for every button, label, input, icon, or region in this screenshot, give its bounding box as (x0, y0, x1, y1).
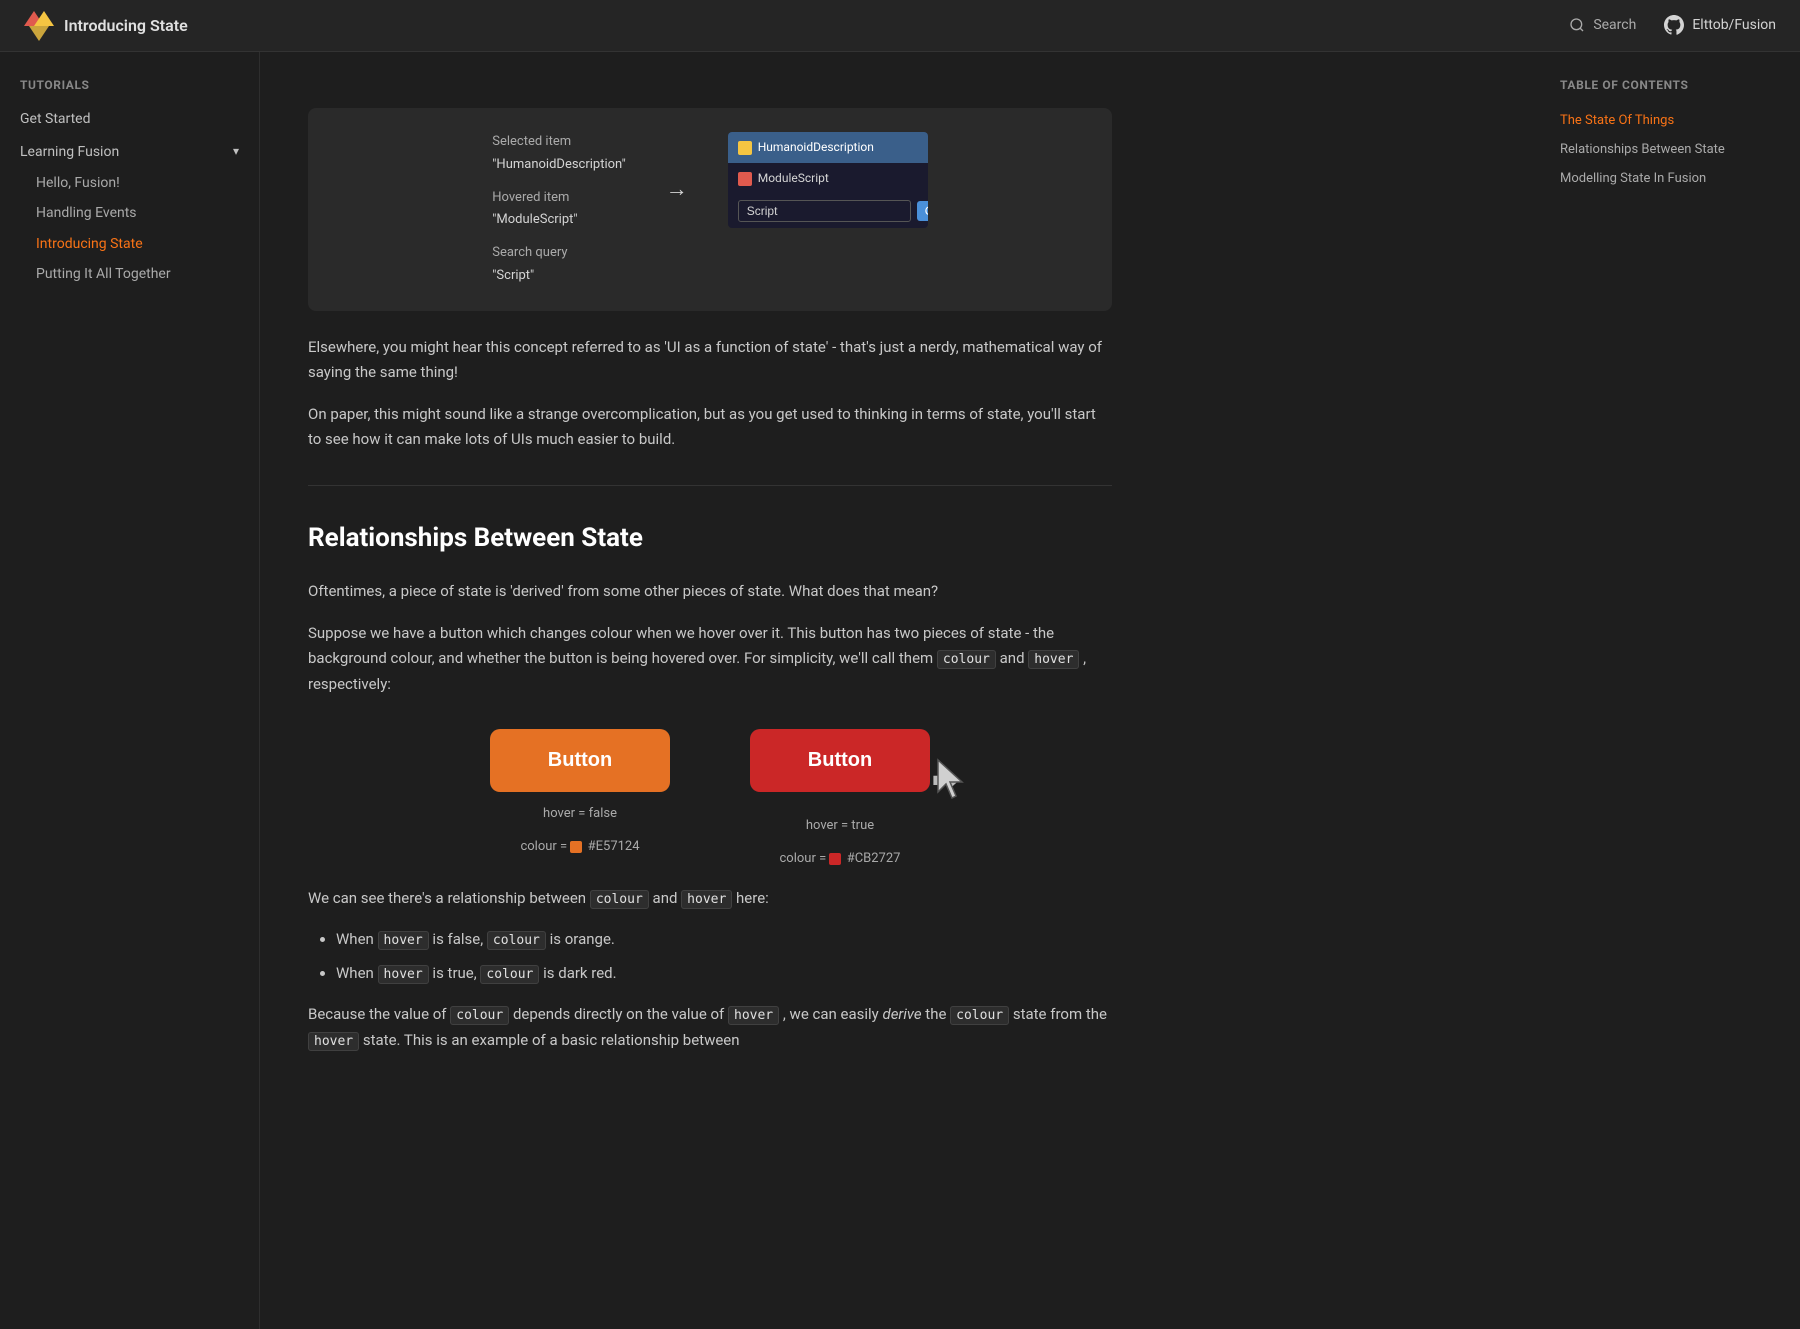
btn2-state1: hover = true (806, 816, 874, 837)
header-title: Introducing State (64, 13, 188, 39)
github-icon (1664, 15, 1684, 35)
demo-orange-button[interactable]: Button (490, 729, 670, 792)
paragraph-4: Suppose we have a button which changes c… (308, 621, 1112, 698)
sidebar-item-get-started[interactable]: Get Started (0, 103, 259, 135)
red-swatch (829, 853, 841, 865)
hover-code-inline: hover (378, 931, 429, 950)
section-title: Relationships Between State (308, 518, 1112, 560)
colour-code-3: colour (450, 1006, 509, 1025)
search-icon (1569, 17, 1585, 33)
search-button[interactable]: Search (1569, 14, 1636, 36)
derive-em: derive (883, 1005, 922, 1023)
colour-code-2: colour (590, 890, 649, 909)
toc-item-relationships-between-state[interactable]: Relationships Between State (1560, 136, 1780, 165)
search-label: Search (1593, 14, 1636, 36)
colour-code-1: colour (937, 650, 996, 669)
paragraph-1: Elsewhere, you might hear this concept r… (308, 335, 1112, 386)
search-query-label: Search query (492, 243, 625, 264)
bullet-item-1: When hover is false, colour is orange. (336, 927, 1112, 953)
toc-item-modelling-state-in-fusion[interactable]: Modelling State In Fusion (1560, 165, 1780, 194)
selected-item-label: Selected item (492, 132, 625, 153)
demo-selected-item: Selected item "HumanoidDescription" (492, 132, 625, 176)
hovered-item-value: "ModuleScript" (492, 210, 625, 231)
selected-item-value: "HumanoidDescription" (492, 155, 625, 176)
demo-hovered-item: Hovered item "ModuleScript" (492, 188, 625, 232)
hover-code-1: hover (1028, 650, 1079, 669)
button-col-1: Button hover = false colour = #E57124 (490, 729, 670, 870)
sidebar: Tutorials Get Started Learning Fusion ▾ … (0, 52, 260, 1329)
convert-button[interactable]: Convert (917, 201, 928, 221)
hover-code-inline-2: hover (378, 965, 429, 984)
sidebar-item-introducing-state[interactable]: Introducing State (16, 229, 259, 259)
hover-code-3: hover (728, 1006, 779, 1025)
sidebar-sub-items: Hello, Fusion! Handling Events Introduci… (0, 168, 259, 290)
bullet-item-2: When hover is true, colour is dark red. (336, 961, 1112, 987)
github-label: Elttob/Fusion (1692, 14, 1776, 36)
paragraph-6: Because the value of colour depends dire… (308, 1002, 1112, 1053)
logo-area[interactable]: Introducing State (24, 11, 188, 41)
sidebar-tutorials-label: Tutorials (0, 76, 259, 95)
orange-swatch (570, 841, 582, 853)
hovered-item-label: Hovered item (492, 188, 625, 209)
demo-search-row: Selected item "HumanoidDescription" Hove… (332, 132, 1088, 287)
module-script-icon (738, 172, 752, 186)
chevron-down-icon: ▾ (233, 142, 239, 161)
colour-code-inline-2: colour (480, 965, 539, 984)
search-query-value: "Script" (492, 266, 625, 287)
paragraph-3: Oftentimes, a piece of state is 'derived… (308, 579, 1112, 605)
github-link[interactable]: Elttob/Fusion (1664, 14, 1776, 36)
colour-code-inline: colour (487, 931, 546, 950)
toc-item-the-state-of-things[interactable]: The State Of Things (1560, 107, 1780, 136)
buttons-demo: Button hover = false colour = #E57124 Bu… (308, 729, 1112, 870)
btn2-state2: colour = #CB2727 (780, 849, 901, 870)
demo-ui-preview: HumanoidDescription ModuleScript Convert (728, 132, 928, 228)
cursor-svg-icon (930, 756, 968, 800)
hover-code-4: hover (308, 1032, 359, 1051)
paragraph-5: We can see there's a relationship betwee… (308, 886, 1112, 912)
main-content: Selected item "HumanoidDescription" Hove… (260, 52, 1160, 1329)
paragraph-2: On paper, this might sound like a strang… (308, 402, 1112, 453)
colour-code-4: colour (950, 1006, 1009, 1025)
page-layout: Tutorials Get Started Learning Fusion ▾ … (0, 52, 1800, 1329)
selected-icon (738, 141, 752, 155)
toc-sidebar: Table of contents The State Of Things Re… (1540, 52, 1800, 1329)
bullet-list: When hover is false, colour is orange. W… (308, 927, 1112, 986)
demo-search-box: Selected item "HumanoidDescription" Hove… (308, 108, 1112, 311)
sidebar-group-learning-fusion-header[interactable]: Learning Fusion ▾ (0, 136, 259, 168)
demo-red-button[interactable]: Button (750, 729, 930, 792)
hover-code-2: hover (681, 890, 732, 909)
toc-title: Table of contents (1560, 76, 1780, 95)
demo-module-script-item: ModuleScript (728, 163, 928, 194)
demo-footer: Convert (728, 194, 928, 228)
btn1-state1: hover = false (543, 804, 617, 825)
sidebar-item-handling-events[interactable]: Handling Events (16, 198, 259, 228)
sidebar-group-learning-fusion: Learning Fusion ▾ Hello, Fusion! Handlin… (0, 136, 259, 290)
section-divider (308, 485, 1112, 486)
demo-search-query: Search query "Script" (492, 243, 625, 287)
script-input[interactable] (738, 200, 911, 222)
demo-selected-highlight: HumanoidDescription (728, 132, 928, 163)
demo-state-labels: Selected item "HumanoidDescription" Hove… (492, 132, 625, 287)
sidebar-item-hello-fusion[interactable]: Hello, Fusion! (16, 168, 259, 198)
logo-icon (24, 11, 54, 41)
demo-arrow: → (666, 172, 688, 207)
header: Introducing State Search Elttob/Fusion (0, 0, 1800, 52)
sidebar-item-putting-it-all-together[interactable]: Putting It All Together (16, 259, 259, 289)
button-col-2: Button ⮕ hover = true colour = #CB2727 (750, 729, 930, 870)
btn1-state2: colour = #E57124 (520, 837, 639, 858)
